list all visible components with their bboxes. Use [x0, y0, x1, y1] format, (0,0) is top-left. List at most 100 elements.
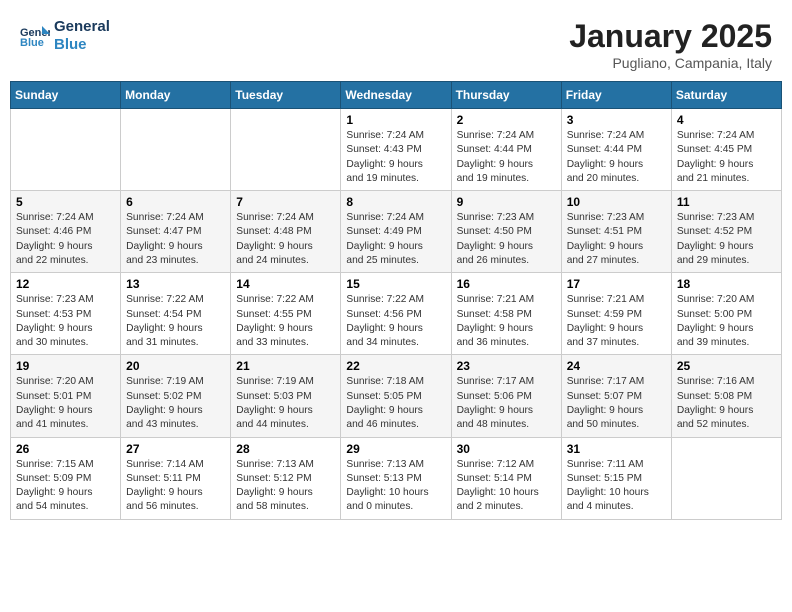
day-number: 27: [126, 442, 225, 456]
day-info-line: Daylight: 9 hours: [567, 158, 666, 172]
day-info-line: and 43 minutes.: [126, 418, 225, 432]
day-info-line: Sunset: 5:03 PM: [236, 390, 335, 404]
day-number: 1: [346, 113, 445, 127]
day-info-line: and 26 minutes.: [457, 254, 556, 268]
day-number: 25: [677, 359, 776, 373]
day-info-line: Sunset: 4:49 PM: [346, 225, 445, 239]
day-info-line: Sunrise: 7:24 AM: [346, 129, 445, 143]
day-info-line: Daylight: 9 hours: [346, 404, 445, 418]
day-info-line: Sunrise: 7:22 AM: [126, 293, 225, 307]
day-info-line: Sunrise: 7:23 AM: [457, 211, 556, 225]
calendar-cell: 30Sunrise: 7:12 AMSunset: 5:14 PMDayligh…: [451, 437, 561, 519]
day-info-line: and 56 minutes.: [126, 500, 225, 514]
day-number: 6: [126, 195, 225, 209]
day-number: 2: [457, 113, 556, 127]
title-block: January 2025 Pugliano, Campania, Italy: [569, 18, 772, 71]
day-info-line: Sunset: 4:59 PM: [567, 308, 666, 322]
day-info-line: Sunrise: 7:18 AM: [346, 375, 445, 389]
day-number: 4: [677, 113, 776, 127]
day-info-line: Daylight: 10 hours: [457, 486, 556, 500]
day-info-line: Sunset: 4:50 PM: [457, 225, 556, 239]
day-info-line: Daylight: 9 hours: [126, 486, 225, 500]
day-info-line: Sunrise: 7:17 AM: [567, 375, 666, 389]
calendar-cell: 26Sunrise: 7:15 AMSunset: 5:09 PMDayligh…: [11, 437, 121, 519]
day-header-wednesday: Wednesday: [341, 82, 451, 109]
day-info-line: and 2 minutes.: [457, 500, 556, 514]
day-info-line: Sunset: 5:09 PM: [16, 472, 115, 486]
day-info-line: Daylight: 9 hours: [16, 404, 115, 418]
calendar-cell: 24Sunrise: 7:17 AMSunset: 5:07 PMDayligh…: [561, 355, 671, 437]
day-number: 30: [457, 442, 556, 456]
day-info-line: Daylight: 9 hours: [236, 404, 335, 418]
calendar-cell: 20Sunrise: 7:19 AMSunset: 5:02 PMDayligh…: [121, 355, 231, 437]
day-info-line: Sunrise: 7:22 AM: [346, 293, 445, 307]
day-info-line: Sunset: 5:11 PM: [126, 472, 225, 486]
calendar-cell: [231, 109, 341, 191]
day-info-line: and 52 minutes.: [677, 418, 776, 432]
calendar-cell: 13Sunrise: 7:22 AMSunset: 4:54 PMDayligh…: [121, 273, 231, 355]
page-header: General Blue General Blue January 2025 P…: [10, 10, 782, 75]
calendar-cell: 28Sunrise: 7:13 AMSunset: 5:12 PMDayligh…: [231, 437, 341, 519]
day-number: 15: [346, 277, 445, 291]
calendar-cell: 18Sunrise: 7:20 AMSunset: 5:00 PMDayligh…: [671, 273, 781, 355]
calendar-cell: [11, 109, 121, 191]
day-info-line: Sunset: 5:08 PM: [677, 390, 776, 404]
day-info-line: and 41 minutes.: [16, 418, 115, 432]
day-info-line: and 54 minutes.: [16, 500, 115, 514]
day-number: 24: [567, 359, 666, 373]
day-info-line: and 48 minutes.: [457, 418, 556, 432]
day-info-line: and 46 minutes.: [346, 418, 445, 432]
logo: General Blue General Blue: [20, 18, 110, 54]
calendar-cell: 5Sunrise: 7:24 AMSunset: 4:46 PMDaylight…: [11, 191, 121, 273]
day-info-line: Daylight: 9 hours: [16, 240, 115, 254]
calendar-cell: 22Sunrise: 7:18 AMSunset: 5:05 PMDayligh…: [341, 355, 451, 437]
day-info-line: Daylight: 10 hours: [567, 486, 666, 500]
calendar-cell: 7Sunrise: 7:24 AMSunset: 4:48 PMDaylight…: [231, 191, 341, 273]
day-info-line: and 31 minutes.: [126, 336, 225, 350]
day-number: 7: [236, 195, 335, 209]
day-info-line: Sunrise: 7:13 AM: [346, 458, 445, 472]
day-info-line: Daylight: 9 hours: [126, 240, 225, 254]
day-info-line: Sunrise: 7:19 AM: [126, 375, 225, 389]
day-info-line: Sunset: 5:07 PM: [567, 390, 666, 404]
day-info-line: Sunset: 4:47 PM: [126, 225, 225, 239]
day-info-line: Sunrise: 7:24 AM: [346, 211, 445, 225]
day-number: 5: [16, 195, 115, 209]
day-number: 31: [567, 442, 666, 456]
calendar-cell: 25Sunrise: 7:16 AMSunset: 5:08 PMDayligh…: [671, 355, 781, 437]
day-number: 29: [346, 442, 445, 456]
svg-text:Blue: Blue: [20, 37, 44, 48]
day-info-line: Daylight: 9 hours: [457, 322, 556, 336]
day-info-line: Sunrise: 7:23 AM: [567, 211, 666, 225]
calendar-cell: 19Sunrise: 7:20 AMSunset: 5:01 PMDayligh…: [11, 355, 121, 437]
day-info-line: Sunrise: 7:23 AM: [16, 293, 115, 307]
calendar-week-2: 5Sunrise: 7:24 AMSunset: 4:46 PMDaylight…: [11, 191, 782, 273]
calendar-cell: 4Sunrise: 7:24 AMSunset: 4:45 PMDaylight…: [671, 109, 781, 191]
calendar-cell: 2Sunrise: 7:24 AMSunset: 4:44 PMDaylight…: [451, 109, 561, 191]
logo-icon: General Blue: [20, 24, 50, 48]
calendar-cell: 27 Sunrise: 7:14 AMSunset: 5:11 PMDayligh…: [121, 437, 231, 519]
calendar-week-3: 12Sunrise: 7:23 AMSunset: 4:53 PMDayligh…: [11, 273, 782, 355]
calendar-cell: 29Sunrise: 7:13 AMSunset: 5:13 PMDayligh…: [341, 437, 451, 519]
day-info-line: and 33 minutes.: [236, 336, 335, 350]
day-info-line: Daylight: 9 hours: [677, 240, 776, 254]
day-info-line: Sunrise: 7:15 AM: [16, 458, 115, 472]
day-number: 19: [16, 359, 115, 373]
day-number: 28: [236, 442, 335, 456]
day-info-line: and 24 minutes.: [236, 254, 335, 268]
day-number: 12: [16, 277, 115, 291]
day-number: 14: [236, 277, 335, 291]
day-info-line: and 23 minutes.: [126, 254, 225, 268]
day-info-line: Daylight: 9 hours: [677, 322, 776, 336]
day-info-line: and 34 minutes.: [346, 336, 445, 350]
day-info-line: Daylight: 9 hours: [677, 404, 776, 418]
day-number: 13: [126, 277, 225, 291]
calendar-cell: [671, 437, 781, 519]
day-info-line: Sunset: 4:46 PM: [16, 225, 115, 239]
day-info-line: Sunrise: 7:13 AM: [236, 458, 335, 472]
day-number: 22: [346, 359, 445, 373]
day-info-line: and 25 minutes.: [346, 254, 445, 268]
day-number: 9: [457, 195, 556, 209]
calendar-cell: 14Sunrise: 7:22 AMSunset: 4:55 PMDayligh…: [231, 273, 341, 355]
day-info-line: Sunrise: 7:14 AM: [126, 458, 225, 472]
